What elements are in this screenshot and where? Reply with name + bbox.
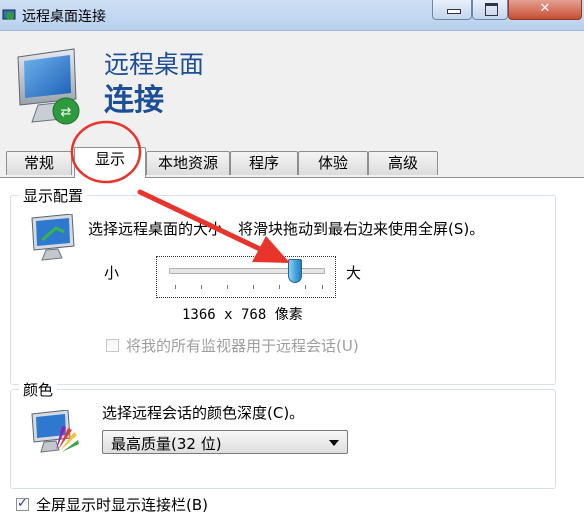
slider-large-label: 大 [346, 264, 362, 282]
header-title-line2: 连接 [104, 83, 164, 118]
fullscreen-connection-bar-label: 全屏显示时显示连接栏(B) [36, 496, 208, 514]
color-depth-icon [31, 410, 79, 453]
tab-programs[interactable]: 程序 [230, 151, 298, 175]
resolution-text: 1366 x 768 像素 [182, 307, 303, 323]
slider-small-label: 小 [104, 264, 120, 282]
color-depth-selected: 最高质量(32 位) [111, 435, 222, 453]
minimize-icon [447, 9, 461, 14]
tab-experience[interactable]: 体验 [298, 151, 368, 175]
minimize-button[interactable] [432, 0, 472, 20]
display-size-icon [31, 214, 75, 261]
tab-bar: 常规 显示 本地资源 程序 体验 高级 [0, 147, 584, 178]
slider-tick [305, 285, 306, 289]
display-size-description: 选择远程桌面的大小。将滑块拖动到最右边来使用全屏(S)。 [88, 220, 485, 238]
close-button[interactable]: ✕ [508, 0, 582, 20]
fullscreen-connection-bar-checkbox[interactable] [16, 496, 29, 511]
maximize-button[interactable] [472, 0, 508, 20]
colors-group-label: 颜色 [19, 379, 58, 400]
dropdown-arrow-icon [329, 440, 339, 446]
multi-monitor-label: 将我的所有监视器用于远程会话(U) [126, 337, 359, 355]
slider-tick [175, 285, 176, 289]
svg-text:⇄: ⇄ [61, 105, 72, 120]
window-titlebar: 远程桌面连接 ✕ [0, 0, 584, 31]
maximize-icon [485, 3, 498, 16]
remote-desktop-logo: ⇄ [17, 48, 80, 125]
tab-advanced[interactable]: 高级 [368, 151, 438, 175]
window-title: 远程桌面连接 [22, 9, 106, 25]
slider-tick [201, 285, 202, 289]
slider-tick [279, 285, 280, 289]
slider-tick [322, 285, 323, 289]
close-icon: ✕ [539, 1, 551, 16]
slider-tick [253, 285, 254, 289]
tab-display[interactable]: 显示 [74, 147, 146, 178]
app-header: ⇄ 远程桌面 连接 [0, 31, 584, 141]
remote-desktop-app-icon [2, 9, 16, 20]
color-depth-select[interactable]: 最高质量(32 位) [102, 430, 348, 454]
display-config-label: 显示配置 [19, 185, 88, 206]
slider-thumb[interactable] [288, 259, 303, 283]
tab-local-resources[interactable]: 本地资源 [146, 151, 230, 175]
multi-monitor-checkbox[interactable] [106, 339, 119, 352]
slider-tick [227, 285, 228, 289]
tab-general[interactable]: 常规 [6, 151, 72, 175]
display-size-slider[interactable] [156, 256, 336, 298]
display-tab-panel: 显示配置 选择远程桌面的大小。将滑块拖动到最右边来使用全屏(S)。 小 大 13… [0, 177, 584, 526]
color-depth-description: 选择远程会话的颜色深度(C)。 [102, 404, 305, 422]
